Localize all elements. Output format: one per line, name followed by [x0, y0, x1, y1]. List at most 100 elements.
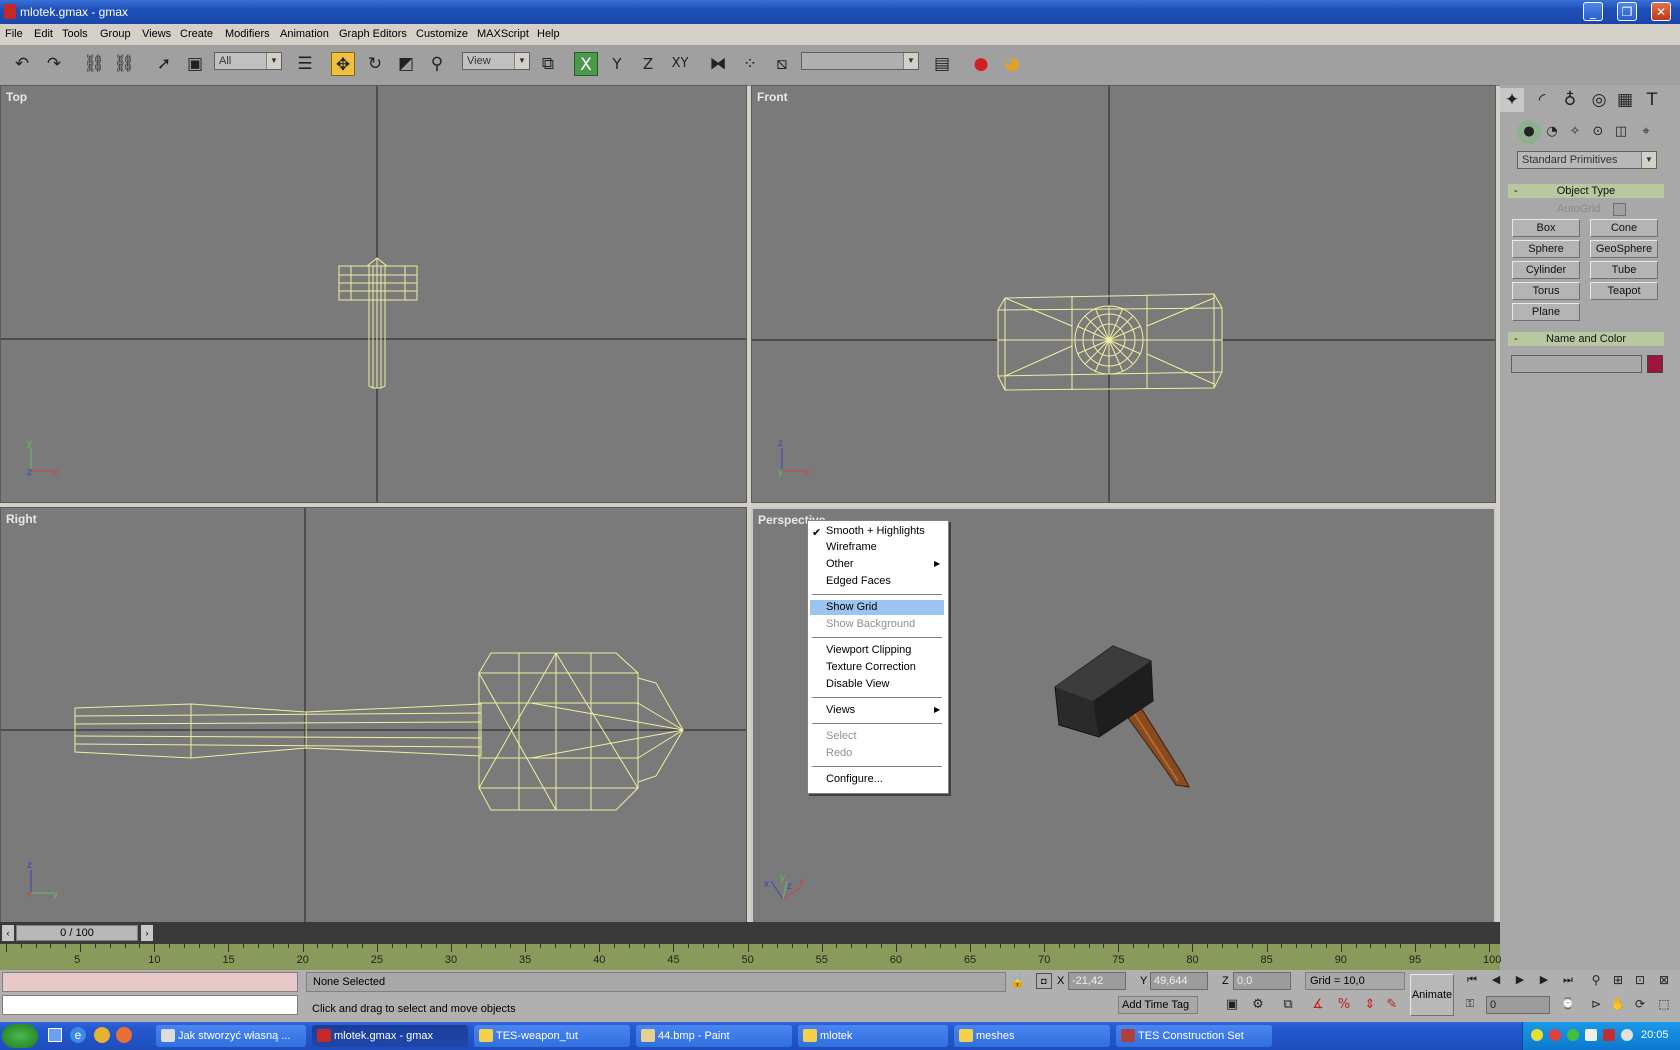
mirror-icon[interactable]: ⧓	[706, 52, 730, 76]
menu-file[interactable]: File	[5, 28, 23, 40]
helpers-icon[interactable]: ◫	[1609, 120, 1633, 144]
play-icon[interactable]: ▶	[1508, 968, 1532, 992]
menu-help[interactable]: Help	[537, 28, 560, 40]
menu-modifiers[interactable]: Modifiers	[225, 28, 270, 40]
menu-item-disable-view[interactable]: Disable View	[826, 678, 889, 690]
percent-snap-icon[interactable]: %	[1332, 993, 1356, 1017]
menu-item-show-background[interactable]: Show Background	[826, 618, 915, 630]
volume-icon[interactable]	[1585, 1029, 1597, 1041]
arc-rotate-icon[interactable]: ⟳	[1628, 992, 1652, 1016]
lock-icon[interactable]: 🔒	[1010, 974, 1025, 988]
menu-item-texture-correction[interactable]: Texture Correction	[826, 661, 916, 673]
next-frame-icon[interactable]: ▶	[1532, 968, 1556, 992]
render-icon[interactable]: ◕	[1000, 52, 1024, 76]
firefox-icon[interactable]	[116, 1027, 132, 1043]
zoom-extents-icon[interactable]: ⊡	[1628, 968, 1652, 992]
menu-item-smooth-highlights[interactable]: Smooth + Highlights	[826, 525, 925, 537]
modify-tab-icon[interactable]: ◜	[1530, 88, 1554, 112]
pivot-center-icon[interactable]: ⧉	[536, 52, 560, 76]
key-mode-icon[interactable]: ⚿	[1458, 992, 1482, 1016]
object-color-swatch[interactable]	[1647, 355, 1663, 373]
category-dropdown[interactable]: Standard Primitives ▼	[1517, 151, 1657, 169]
utilities-tab-icon[interactable]: T	[1640, 88, 1664, 112]
zoom-extents-all-icon[interactable]: ⊠	[1652, 968, 1676, 992]
zoom-all-icon[interactable]: ⊞	[1606, 968, 1630, 992]
spinner-snap-icon[interactable]: ⇕	[1358, 993, 1382, 1017]
current-frame-field[interactable]: 0	[1486, 996, 1550, 1014]
go-to-end-icon[interactable]: ⏭	[1556, 968, 1580, 992]
menu-views[interactable]: Views	[142, 28, 171, 40]
cameras-icon[interactable]: ⊙	[1586, 120, 1610, 144]
z-coordinate-field[interactable]: 0,0	[1233, 972, 1291, 990]
named-selection-dropdown[interactable]: ▼	[801, 52, 919, 70]
viewport-right[interactable]: Right zxy	[0, 507, 747, 924]
tray-icon[interactable]	[1603, 1029, 1615, 1041]
task-jak-stworzyc[interactable]: Jak stworzyć własną ...	[156, 1025, 306, 1047]
restore-button[interactable]: ❐	[1617, 2, 1637, 21]
redo-icon[interactable]: ↷	[42, 52, 66, 76]
menu-item-select[interactable]: Select	[826, 730, 857, 742]
display-tab-icon[interactable]: ▦	[1613, 88, 1637, 112]
menu-tools[interactable]: Tools	[62, 28, 88, 40]
task-meshes[interactable]: meshes	[954, 1025, 1110, 1047]
cone-button[interactable]: Cone	[1590, 219, 1658, 237]
track-view-icon[interactable]: ▤	[930, 52, 954, 76]
select-arrow-icon[interactable]: ➚	[152, 52, 176, 76]
snaps-toggle-icon[interactable]: ⧉	[1276, 993, 1300, 1017]
prev-frame-button[interactable]: ‹	[2, 925, 14, 941]
menu-animation[interactable]: Animation	[280, 28, 329, 40]
motion-tab-icon[interactable]: ◎	[1587, 88, 1611, 112]
field-of-view-icon[interactable]: ⊳	[1584, 992, 1608, 1016]
task-tes-construction-set[interactable]: TES Construction Set	[1116, 1025, 1272, 1047]
track-bar[interactable]: 5 10 15 20 25 30 35 40 45 50 55 60 65 70 75 80 85 90 95 100	[0, 944, 1501, 970]
axis-x-button[interactable]: X	[574, 52, 598, 76]
snap-icon[interactable]: ⧅	[770, 52, 794, 76]
tube-button[interactable]: Tube	[1590, 261, 1658, 279]
torus-button[interactable]: Torus	[1512, 282, 1580, 300]
plane-button[interactable]: Plane	[1512, 303, 1580, 321]
previous-frame-icon[interactable]: ◀	[1484, 968, 1508, 992]
time-slider-thumb[interactable]: 0 / 100	[16, 925, 138, 941]
menu-item-other[interactable]: Other	[826, 558, 854, 570]
name-color-rollout-header[interactable]: - Name and Color	[1508, 332, 1664, 346]
undo-icon[interactable]: ↶	[10, 52, 34, 76]
viewport-front[interactable]: Front zyx	[751, 85, 1496, 503]
ie-icon[interactable]: e	[70, 1027, 86, 1043]
task-paint[interactable]: 44.bmp - Paint	[636, 1025, 792, 1047]
task-mlotek-folder[interactable]: mlotek	[798, 1025, 948, 1047]
go-to-start-icon[interactable]: ⏮	[1460, 968, 1484, 992]
menu-item-redo[interactable]: Redo	[826, 747, 852, 759]
absolute-mode-icon[interactable]: ◘	[1036, 973, 1052, 989]
menu-maxscript[interactable]: MAXScript	[477, 28, 529, 40]
menu-item-views[interactable]: Views	[826, 704, 855, 716]
menu-graph-editors[interactable]: Graph Editors	[339, 28, 407, 40]
geosphere-button[interactable]: GeoSphere	[1590, 240, 1658, 258]
start-button[interactable]	[2, 1024, 38, 1048]
cylinder-button[interactable]: Cylinder	[1512, 261, 1580, 279]
axis-xy-button[interactable]: XY	[668, 52, 692, 76]
hierarchy-tab-icon[interactable]: ♁	[1558, 88, 1582, 112]
zoom-icon[interactable]: ⚲	[1584, 968, 1608, 992]
tray-icon[interactable]	[1621, 1029, 1633, 1041]
title-bar[interactable]: mlotek.gmax - gmax _ ❐ ✕	[0, 0, 1680, 24]
task-mlotek-gmax[interactable]: mlotek.gmax - gmax	[312, 1025, 468, 1047]
object-name-input[interactable]	[1511, 355, 1642, 373]
spacewarps-icon[interactable]: ⌖	[1634, 120, 1658, 144]
add-time-tag-field[interactable]: Add Time Tag	[1118, 996, 1198, 1014]
close-button[interactable]: ✕	[1651, 2, 1671, 21]
media-icon[interactable]	[94, 1027, 110, 1043]
teapot-button[interactable]: Teapot	[1590, 282, 1658, 300]
move-icon[interactable]: ✥	[331, 52, 355, 76]
pivot-icon[interactable]: ⚲	[425, 52, 449, 76]
y-coordinate-field[interactable]: 49,644	[1150, 972, 1208, 990]
angle-snap-icon[interactable]: ∡	[1306, 993, 1330, 1017]
maxscript-listener-white[interactable]	[2, 995, 298, 1015]
unlink-icon[interactable]: ⛓	[112, 52, 136, 76]
viewport-top[interactable]: Top yzx	[0, 85, 747, 503]
maximize-viewport-icon[interactable]: ⬚	[1652, 992, 1676, 1016]
adaptive-degradation-icon[interactable]: ⚙	[1246, 993, 1270, 1017]
create-tab-icon[interactable]: ✦	[1500, 88, 1524, 112]
menu-customize[interactable]: Customize	[416, 28, 468, 40]
show-desktop-icon[interactable]	[48, 1028, 62, 1042]
rotate-icon[interactable]: ↻	[363, 52, 387, 76]
